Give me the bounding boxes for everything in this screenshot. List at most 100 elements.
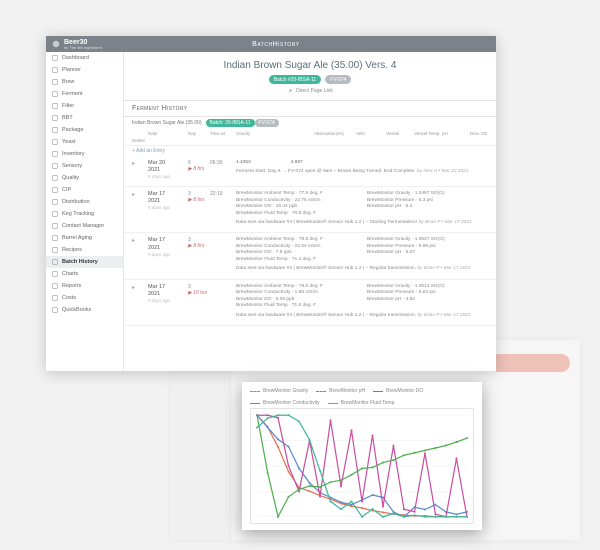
sidebar-item-quality[interactable]: Quality [46, 172, 123, 184]
column-header: Delete [132, 138, 146, 143]
sidebar-item-costs[interactable]: Costs [46, 292, 123, 304]
entry-day: 3▶ 10 hrs [188, 284, 208, 296]
brand-tagline: by The 5th Ingredient [64, 46, 102, 50]
direct-link[interactable]: Direct Page Link [287, 88, 333, 94]
main-pane: Indian Brown Sugar Ale (35.00) Vers. 4 B… [124, 52, 496, 371]
batch-badge: Batch #20-IBSA-11 [269, 75, 321, 84]
sidebar-item-dashboard[interactable]: Dashboard [46, 52, 123, 64]
quality-icon [52, 175, 58, 181]
page-header-title: BatchHistory [252, 41, 299, 48]
sidebar-item-brew[interactable]: Brew [46, 76, 123, 88]
sidebar-item-bbt[interactable]: BBT [46, 112, 123, 124]
expand-icon[interactable]: ▸ [132, 237, 146, 244]
batch-title: Indian Brown Sugar Ale (35.00) Vers. 4 [130, 60, 490, 71]
history-entry: ▸Mar 1720219 days ago3▶ 10 hrsBrewMonito… [124, 280, 496, 326]
logo-icon [52, 40, 60, 48]
link-icon [287, 88, 293, 94]
expand-icon[interactable]: ▸ [132, 191, 146, 198]
sidebar-item-batch-history[interactable]: Batch History [46, 256, 123, 268]
history-entry: ▸Mar 2020216 days ago6▶ 8 hrs06:304.4353… [124, 156, 496, 187]
dashboard-icon [52, 55, 58, 61]
batch-subline: Indian Brown Sugar Ale (35.00) Batch: 20… [124, 117, 496, 129]
inventory-icon [52, 151, 58, 157]
entry-day: 3▶ 8 hrs [188, 191, 208, 203]
costs-icon [52, 295, 58, 301]
entry-time: 06:30 [210, 160, 234, 166]
sidebar-item-barrel-aging[interactable]: Barrel Aging [46, 232, 123, 244]
planner-icon [52, 67, 58, 73]
history-entry: ▸Mar 1720219 days ago3▶ 8 hrs22:19BrewMo… [124, 187, 496, 233]
sidebar-item-recipes[interactable]: Recipes [46, 244, 123, 256]
sidebar-item-inventory[interactable]: Inventory [46, 148, 123, 160]
subline-name: Indian Brown Sugar Ale (35.00) [132, 120, 202, 126]
expand-icon[interactable]: ▸ [132, 160, 146, 167]
legend-swatch [373, 391, 383, 392]
add-entry-button[interactable]: + Add an Entry [124, 146, 496, 156]
notification-badge [490, 354, 570, 372]
brand: Beer30 by The 5th Ingredient [52, 39, 102, 50]
contact-icon [52, 223, 58, 229]
table-header: DateDayTime atGravityAttenuation(%)ABVVe… [124, 129, 496, 146]
legend-item[interactable]: BrewMonitor pH [316, 388, 365, 394]
sidebar-item-cip[interactable]: CIP [46, 184, 123, 196]
chart-svg [251, 409, 473, 523]
column-header: Vessel Temp [414, 131, 440, 136]
history-entry: ▸Mar 1720219 days ago3▶ 8 hrsBrewMonitor… [124, 233, 496, 279]
column-header: Time at [210, 131, 234, 136]
chart-plot [250, 408, 474, 524]
column-header [132, 131, 146, 136]
ferment-icon [52, 91, 58, 97]
column-header: pH [442, 131, 468, 136]
column-header [278, 131, 312, 136]
sidebar-item-package[interactable]: Package [46, 124, 123, 136]
entry-day: 6▶ 8 hrs [188, 160, 208, 172]
column-header: Vessel [386, 131, 412, 136]
subline-pill: Batch: 20-IBSA-11 [206, 119, 255, 127]
column-header: ABV [356, 131, 384, 136]
entry-date: Mar 1720219 days ago [148, 191, 186, 211]
sidebar-item-filter[interactable]: Filter [46, 100, 123, 112]
sidebar-item-charts[interactable]: Charts [46, 268, 123, 280]
column-header: Gravity [236, 131, 276, 136]
chart-card: BrewMonitor Gravity BrewMonitor pH BrewMon… [242, 382, 482, 530]
history-icon [52, 259, 58, 265]
sidebar-item-ferment[interactable]: Ferment [46, 88, 123, 100]
filter-icon [52, 103, 58, 109]
entry-time: 22:19 [210, 191, 234, 197]
batch-title-block: Indian Brown Sugar Ale (35.00) Vers. 4 B… [124, 52, 496, 100]
sidebar-item-reports[interactable]: Reports [46, 280, 123, 292]
charts-icon [52, 271, 58, 277]
subline-pill: FV-074 [255, 119, 279, 127]
bbt-icon [52, 115, 58, 121]
legend-swatch [250, 403, 260, 404]
column-header: Day [188, 131, 208, 136]
legend-item[interactable]: BrewMonitor Conductivity [250, 400, 320, 406]
batch-badges: Batch #20-IBSA-11 FV-074 [130, 75, 490, 84]
legend-swatch [328, 403, 338, 404]
sidebar-item-planner[interactable]: Planner [46, 64, 123, 76]
entry-date: Mar 1720219 days ago [148, 237, 186, 257]
cip-icon [52, 187, 58, 193]
column-header: Attenuation(%) [314, 131, 354, 136]
reports-icon [52, 283, 58, 289]
sidebar-item-sensory[interactable]: Sensory [46, 160, 123, 172]
legend-item[interactable]: BrewMonitor DO [373, 388, 423, 394]
legend-swatch [250, 391, 260, 392]
expand-icon[interactable]: ▸ [132, 284, 146, 291]
yeast-icon [52, 139, 58, 145]
column-header: Diss. O2 [470, 131, 488, 136]
sidebar-item-distribution[interactable]: Distribution [46, 196, 123, 208]
entry-day: 3▶ 8 hrs [188, 237, 208, 249]
legend-swatch [316, 391, 326, 392]
keg-icon [52, 211, 58, 217]
sidebar-item-yeast[interactable]: Yeast [46, 136, 123, 148]
title-bar: Beer30 by The 5th Ingredient BatchHistor… [46, 36, 496, 52]
distribution-icon [52, 199, 58, 205]
sidebar-item-keg-tracking[interactable]: Keg Tracking [46, 208, 123, 220]
package-icon [52, 127, 58, 133]
sidebar-item-contact-manager[interactable]: Contact Manager [46, 220, 123, 232]
sidebar-item-quickbooks[interactable]: QuickBooks [46, 304, 123, 316]
legend-item[interactable]: BrewMonitor Fluid Temp [328, 400, 395, 406]
batch-badge: FV-074 [325, 75, 351, 84]
legend-item[interactable]: BrewMonitor Gravity [250, 388, 308, 394]
